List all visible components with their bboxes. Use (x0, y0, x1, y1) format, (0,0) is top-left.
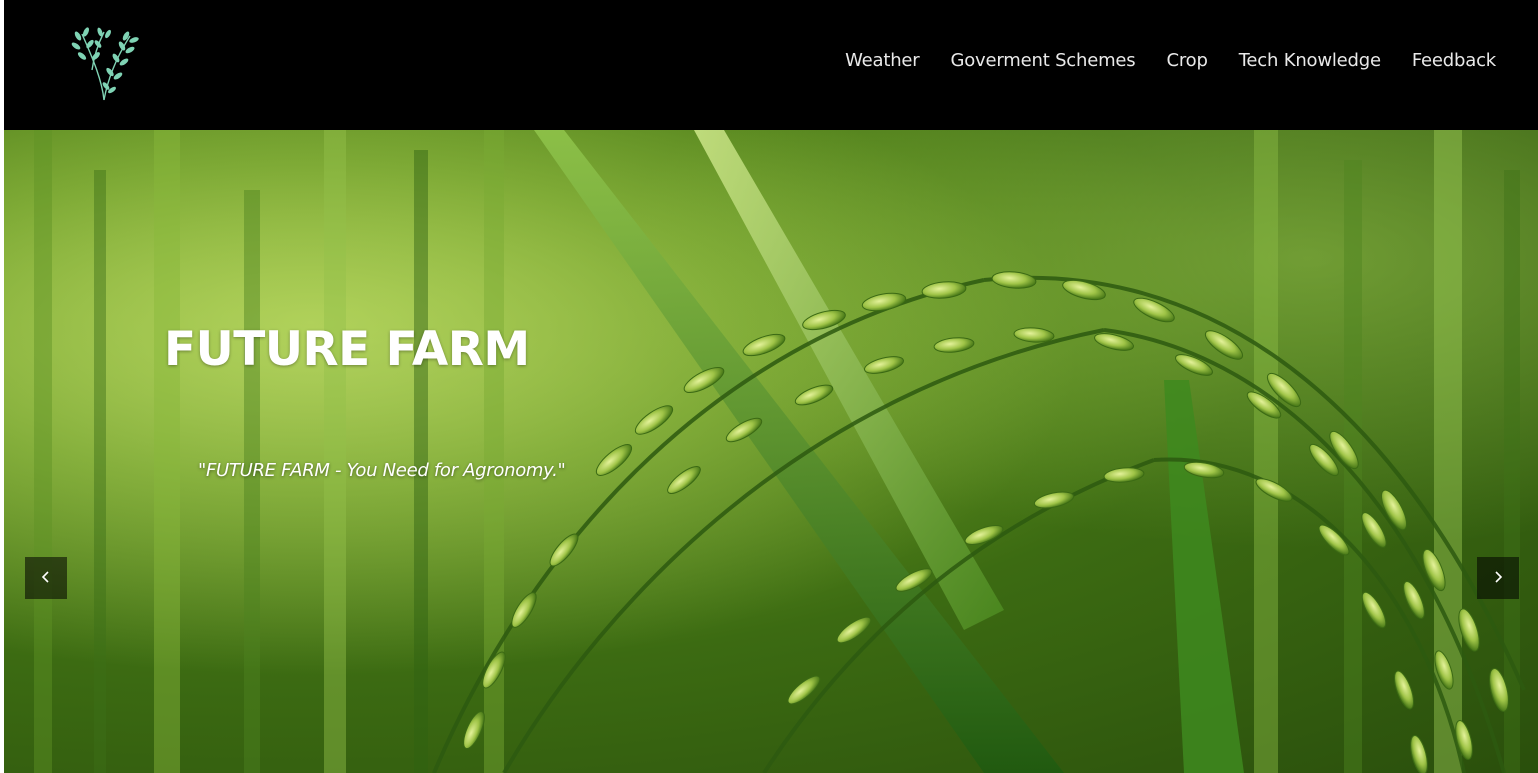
carousel-next-button[interactable] (1477, 557, 1519, 599)
hero-carousel: FUTURE FARM "FUTURE FARM - You Need for … (4, 130, 1538, 773)
nav-government-schemes[interactable]: Goverment Schemes (951, 50, 1136, 71)
carousel-prev-button[interactable] (25, 557, 67, 599)
page: Weather Goverment Schemes Crop Tech Know… (4, 0, 1538, 773)
hero-title: FUTURE FARM (164, 322, 530, 377)
nav-crop[interactable]: Crop (1166, 50, 1207, 71)
rice-crop-field-image (4, 130, 1538, 773)
rice-plant-logo-icon[interactable] (64, 26, 144, 104)
chevron-left-icon (39, 569, 53, 588)
hero-tagline: "FUTURE FARM - You Need for Agronomy." (198, 460, 566, 481)
main-nav: Weather Goverment Schemes Crop Tech Know… (814, 50, 1496, 71)
chevron-right-icon (1491, 569, 1505, 588)
nav-tech-knowledge[interactable]: Tech Knowledge (1239, 50, 1381, 71)
nav-feedback[interactable]: Feedback (1412, 50, 1496, 71)
navbar: Weather Goverment Schemes Crop Tech Know… (4, 0, 1538, 130)
nav-weather[interactable]: Weather (845, 50, 920, 71)
